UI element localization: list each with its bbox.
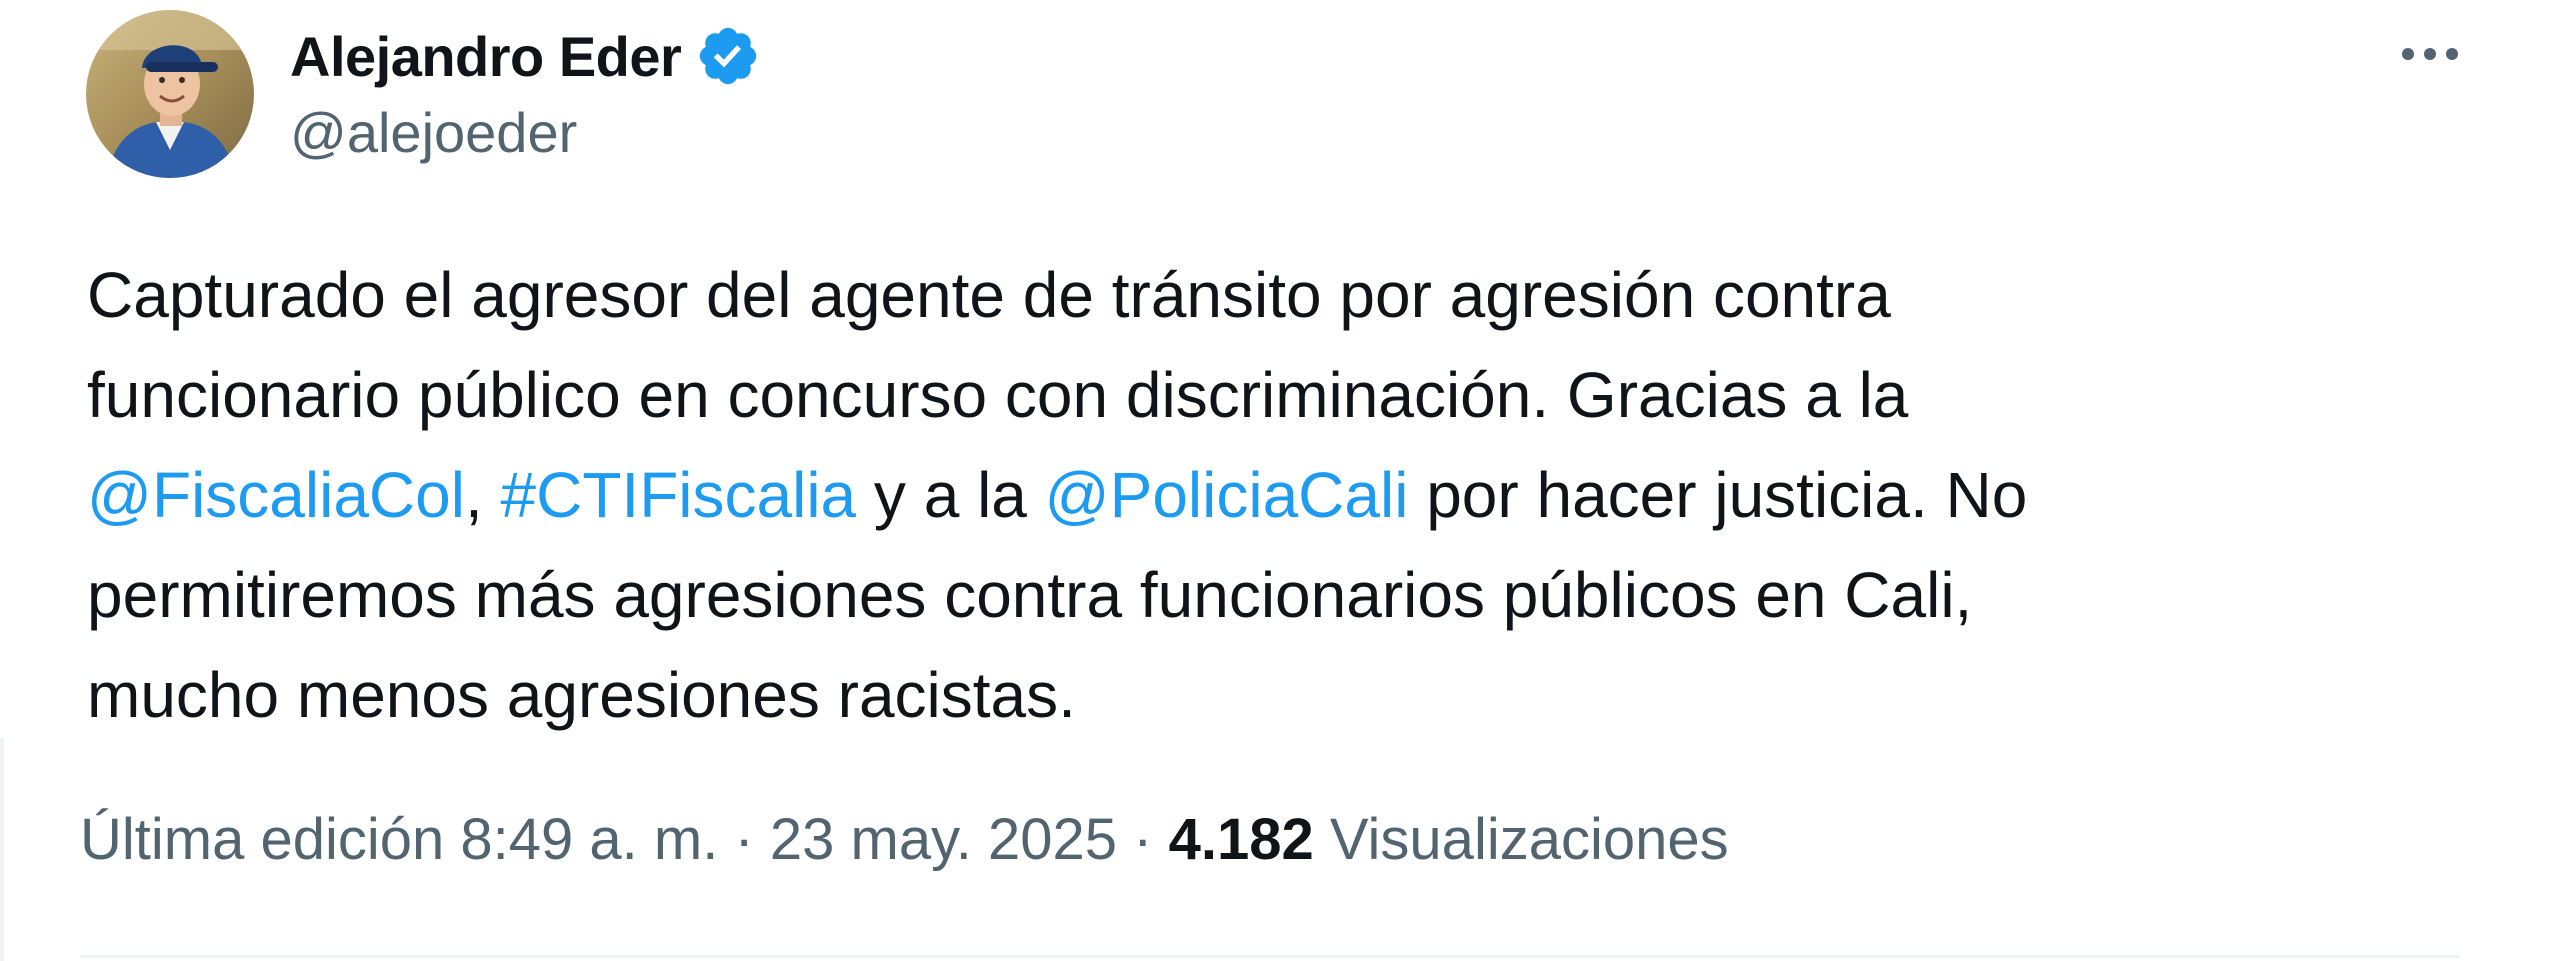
- tweet-date[interactable]: 23 may. 2025: [770, 807, 1117, 872]
- author-avatar[interactable]: [86, 10, 254, 178]
- tweet-text-line: @FiscaliaCol, #CTIFiscalia y a la @Polic…: [87, 445, 2487, 545]
- mention-link[interactable]: @FiscaliaCol: [87, 459, 465, 531]
- author-name[interactable]: Alejandro Eder: [290, 24, 682, 89]
- author-handle[interactable]: @alejoeder: [290, 100, 577, 165]
- author-name-row: Alejandro Eder: [290, 20, 761, 92]
- tweet-text-segment: funcionario público en concurso con disc…: [87, 359, 1909, 431]
- bottom-divider: [80, 955, 2460, 958]
- tweet-text-line: permitiremos más agresiones contra funci…: [87, 545, 2487, 645]
- tweet-body: Capturado el agresor del agente de tráns…: [87, 245, 2487, 745]
- views-label: Visualizaciones: [1329, 807, 1729, 872]
- tweet-text-segment: por hacer justicia. No: [1408, 459, 2028, 531]
- left-border: [0, 738, 4, 961]
- more-options-button[interactable]: [2390, 22, 2470, 86]
- tweet-meta: Última edición 8:49 a. m. · 23 may. 2025…: [80, 800, 1729, 880]
- meta-separator: ·: [1133, 807, 1153, 872]
- tweet-text-line: mucho menos agresiones racistas.: [87, 645, 2487, 745]
- tweet-text-segment: ,: [464, 459, 501, 531]
- mention-link[interactable]: @PoliciaCali: [1045, 459, 1409, 531]
- views-count: 4.182: [1168, 807, 1314, 872]
- tweet-text-segment: mucho menos agresiones racistas.: [87, 659, 1076, 731]
- tweet-text-segment: y a la: [856, 459, 1045, 531]
- verified-badge-icon: [700, 27, 757, 85]
- profile-photo-icon: [86, 10, 254, 178]
- tweet-text-line: funcionario público en concurso con disc…: [87, 345, 2487, 445]
- edited-label[interactable]: Última edición: [80, 807, 444, 872]
- tweet-card: Alejandro Eder @alejoeder Capturado el a…: [0, 0, 2560, 961]
- hashtag-link[interactable]: #CTIFiscalia: [501, 459, 857, 531]
- ellipsis-icon: [2402, 48, 2458, 60]
- tweet-time[interactable]: 8:49 a. m.: [460, 807, 718, 872]
- meta-separator: ·: [734, 807, 754, 872]
- tweet-text-segment: Capturado el agresor del agente de tráns…: [87, 259, 1891, 331]
- tweet-text-line: Capturado el agresor del agente de tráns…: [87, 245, 2487, 345]
- tweet-text-segment: permitiremos más agresiones contra funci…: [87, 559, 1973, 631]
